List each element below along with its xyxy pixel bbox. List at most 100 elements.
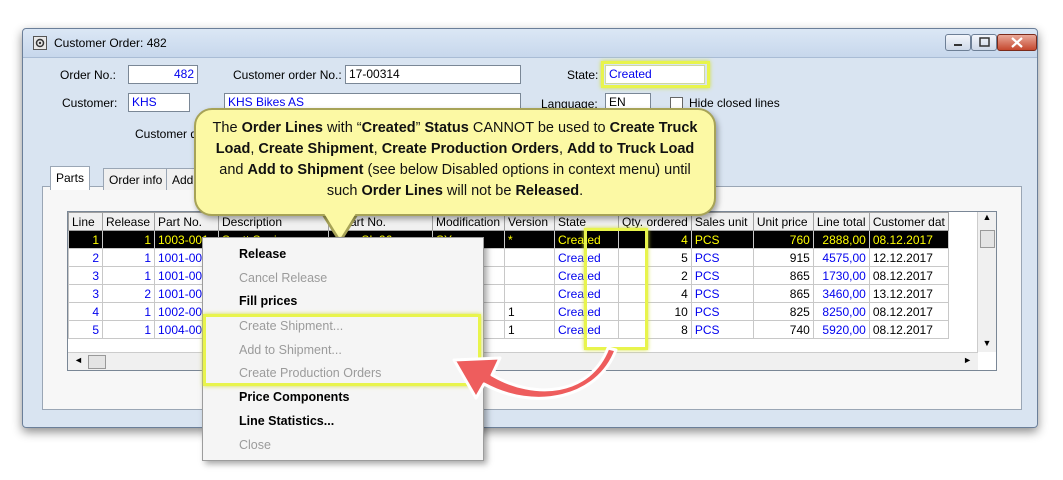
callout-text: CANNOT be used to [468, 120, 610, 136]
pointer-arrow-icon [452, 346, 618, 400]
tab-order-info[interactable]: Order info [103, 168, 169, 190]
horizontal-scroll-thumb[interactable] [88, 355, 106, 369]
customer-code-field[interactable]: KHS [128, 93, 190, 112]
cell-price[interactable]: 865 [752, 266, 814, 285]
state-label: State: [567, 68, 599, 82]
maximize-icon [979, 37, 990, 47]
tab-add[interactable]: Add [166, 168, 196, 190]
callout-text: The [212, 120, 242, 136]
scroll-down-icon[interactable]: ▼ [978, 338, 996, 348]
callout-bold: Create Shipment [258, 141, 374, 157]
cell-unit[interactable]: PCS [690, 320, 754, 339]
cell-line[interactable]: 3 [68, 284, 103, 303]
callout-bold: Create Production Orders [381, 141, 559, 157]
menu-item-close: Close [239, 438, 271, 452]
callout-tail-fill [322, 210, 358, 239]
cell-date[interactable]: 13.12.2017 [868, 284, 949, 303]
title-bar[interactable]: Customer Order: 482 [23, 29, 1037, 58]
scroll-right-icon[interactable]: ► [963, 355, 972, 365]
cell-release[interactable]: 1 [102, 320, 155, 339]
state-highlight [601, 61, 710, 88]
minimize-icon [954, 44, 962, 46]
table-row[interactable]: 111003-001Scott Spei......ing SL 26SY*Cr… [68, 230, 949, 249]
tab-parts[interactable]: Parts [50, 166, 91, 190]
cell-price[interactable]: 915 [752, 248, 814, 267]
order-no-field[interactable]: 482 [128, 65, 198, 84]
callout-bold: Created [361, 120, 416, 136]
vertical-scroll-thumb[interactable] [980, 230, 995, 248]
col-release[interactable]: Release [102, 212, 155, 231]
cell-date[interactable]: 12.12.2017 [868, 248, 949, 267]
cell-release[interactable]: 1 [102, 266, 155, 285]
scroll-up-icon[interactable]: ▲ [978, 212, 996, 222]
callout-bold: Order Lines [361, 183, 443, 199]
table-row[interactable]: 211001-00t LCreated5PCS9154575,0012.12.2… [68, 248, 949, 267]
customer-order-no-label: Customer order No.: [233, 68, 342, 82]
cell-release[interactable]: 1 [102, 230, 155, 249]
cell-date[interactable]: 08.12.2017 [868, 230, 949, 249]
cell-release[interactable]: 2 [102, 284, 155, 303]
cell-unit[interactable]: PCS [690, 230, 754, 249]
callout-text: will not be [442, 183, 516, 199]
callout-bold: Released [515, 183, 580, 199]
customer-order-no-field[interactable]: 17-00314 [345, 65, 521, 84]
menu-item-price-components[interactable]: Price Components [239, 390, 349, 404]
cell-unit[interactable]: PCS [690, 248, 754, 267]
cell-line[interactable]: 3 [68, 266, 103, 285]
cell-unit[interactable]: PCS [690, 266, 754, 285]
cell-total[interactable]: 8250,00 [812, 302, 870, 321]
callout-bold: Order Lines [241, 120, 323, 136]
callout-bold: Status [424, 120, 469, 136]
cell-date[interactable]: 08.12.2017 [868, 320, 949, 339]
callout-text: with “ [322, 120, 362, 136]
cell-ver[interactable]: * [504, 230, 555, 249]
cell-line[interactable]: 2 [68, 248, 103, 267]
cell-date[interactable]: 08.12.2017 [868, 266, 949, 285]
cell-release[interactable]: 1 [102, 248, 155, 267]
cell-date[interactable]: 08.12.2017 [868, 302, 949, 321]
info-callout: The Order Lines with “Created” Status CA… [194, 108, 716, 216]
order-no-label: Order No.: [60, 68, 117, 82]
cell-total[interactable]: 2888,00 [812, 230, 870, 249]
cell-ver[interactable] [504, 266, 555, 285]
table-row[interactable]: 311001-00e LCreated2PCS8651730,0008.12.2… [68, 266, 949, 285]
cell-total[interactable]: 1730,00 [812, 266, 870, 285]
cell-price[interactable]: 760 [752, 230, 814, 249]
cell-line[interactable]: 5 [68, 320, 103, 339]
col-line[interactable]: Line [68, 212, 103, 231]
callout-text: , [558, 141, 568, 157]
callout-bold: Add to Truck Load [567, 141, 695, 157]
menu-item-fill-prices[interactable]: Fill prices [239, 294, 297, 308]
window-title: Customer Order: 482 [54, 36, 167, 50]
cell-ver[interactable] [504, 248, 555, 267]
cell-unit[interactable]: PCS [690, 302, 754, 321]
customer-d-label: Customer d [135, 127, 198, 141]
callout-text: . [579, 183, 584, 199]
grid-vertical-scrollbar[interactable]: ▲ ▼ [977, 212, 996, 352]
cell-line[interactable]: 4 [68, 302, 103, 321]
cell-total[interactable]: 5920,00 [812, 320, 870, 339]
cell-total[interactable]: 4575,00 [812, 248, 870, 267]
minimize-button[interactable] [945, 34, 971, 51]
cell-unit[interactable]: PCS [690, 284, 754, 303]
customer-label: Customer: [62, 96, 118, 110]
callout-bold: Add to Shipment [247, 162, 364, 178]
menu-item-line-statistics[interactable]: Line Statistics... [239, 414, 334, 428]
cell-price[interactable]: 740 [752, 320, 814, 339]
cell-price[interactable]: 865 [752, 284, 814, 303]
callout-text: , [373, 141, 382, 157]
scroll-left-icon[interactable]: ◄ [74, 355, 83, 365]
maximize-button[interactable] [971, 34, 997, 51]
app-gear-icon [33, 36, 47, 50]
cell-price[interactable]: 825 [752, 302, 814, 321]
close-button[interactable] [997, 34, 1037, 51]
col-unit-price[interactable]: Unit price [752, 212, 814, 231]
close-icon [1011, 37, 1023, 48]
menu-item-release[interactable]: Release [239, 247, 286, 261]
cell-release[interactable]: 1 [102, 302, 155, 321]
col-line-total[interactable]: Line total [812, 212, 870, 231]
col-customer-date[interactable]: Customer dat [868, 212, 949, 231]
cell-line[interactable]: 1 [68, 230, 103, 249]
cell-total[interactable]: 3460,00 [812, 284, 870, 303]
menu-item-cancel-release: Cancel Release [239, 271, 328, 285]
